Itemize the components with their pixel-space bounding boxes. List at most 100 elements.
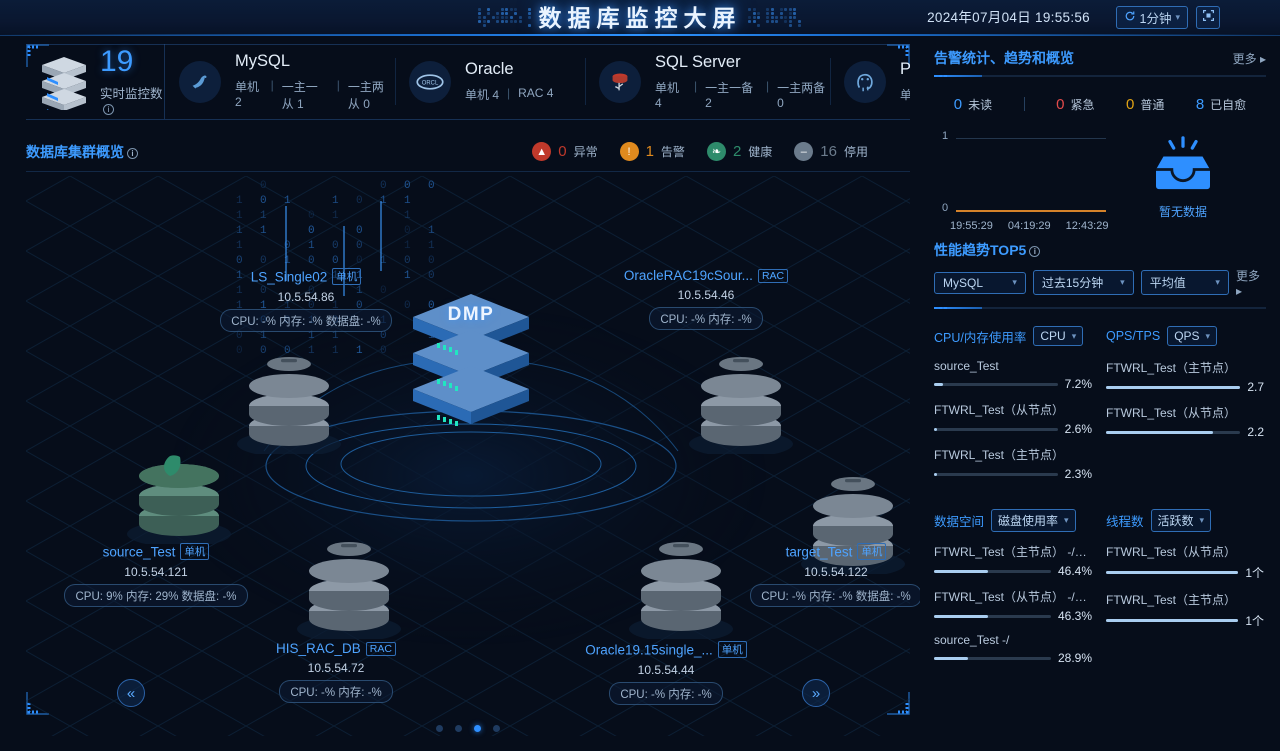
cluster-status-停用[interactable]: –16 停用	[794, 142, 868, 161]
pagination-dot-1[interactable]	[436, 725, 443, 732]
svg-text:1: 1	[236, 210, 243, 222]
db-stat: 一主一从 1	[282, 78, 329, 112]
metric-item-name: FTWRL_Test（主节点） -/db_...	[934, 543, 1092, 560]
cluster-status-健康[interactable]: ❧ 2 健康	[707, 142, 772, 161]
fullscreen-button[interactable]	[1196, 6, 1220, 29]
db-node-5[interactable]: Oracle19.15single_... 单机 10.5.54.44 CPU: -%…	[556, 641, 776, 705]
db-node-cylinder[interactable]	[234, 326, 344, 459]
metric-type-select[interactable]: CPU ▾	[1033, 326, 1083, 346]
chart-x-ticks: 19:55:29 04:19:29 12:43:29	[950, 220, 1108, 232]
db-node-cylinder[interactable]	[294, 511, 404, 644]
svg-text:0: 0	[428, 180, 435, 192]
db-type-item-mysql[interactable]: MySQL 单机 2 | 一主一从 1 | 一主两从 0	[165, 44, 395, 119]
db-node-4[interactable]: HIS_RAC_DB RAC 10.5.54.72 CPU: -% 内存: -%	[226, 641, 446, 703]
db-stat: 一主一备 2	[705, 79, 758, 110]
metric-item-bar: 46.4%	[934, 564, 1092, 578]
db-type-item-pc[interactable]: Pc 单	[830, 44, 910, 119]
separator: |	[694, 79, 697, 110]
metric-panel-header: 线程数 活跃数 ▾	[1106, 507, 1264, 533]
metric-bar-track	[1106, 619, 1238, 622]
perf-more-link[interactable]: 更多 ▸	[1236, 267, 1266, 298]
metric-item-bar: 2.3%	[934, 467, 1092, 481]
metric-item-bar: 2.2	[1106, 425, 1264, 439]
db-node-2[interactable]: source_Test 单机 10.5.54.121 CPU: 9% 内存: 29% …	[46, 543, 266, 607]
db-node-tag: 单机	[180, 543, 209, 560]
pagination-dots[interactable]	[26, 725, 910, 732]
metric-item-bar: 2.6%	[934, 422, 1092, 436]
chevron-double-right-icon: »	[812, 685, 820, 702]
db-node-cylinder[interactable]	[124, 416, 234, 549]
alarm-more-link[interactable]: 更多 ▸	[1233, 50, 1266, 67]
dmp-center-server: DMP	[401, 286, 541, 421]
cluster-status-告警[interactable]: ! 1 告警	[620, 142, 685, 161]
alarm-counter-紧急[interactable]: 0 紧急	[1056, 96, 1094, 113]
pagination-dot-3[interactable]	[474, 725, 481, 732]
pagination-dot-4[interactable]	[493, 725, 500, 732]
metric-panel-label: 线程数	[1106, 511, 1144, 530]
svg-text:ORCL: ORCL	[422, 80, 439, 86]
perf-section-title: 性能趋势TOP5 i	[934, 240, 1040, 260]
db-node-cylinder[interactable]	[686, 326, 796, 459]
alarm-counter-未读[interactable]: 0 未读	[954, 96, 992, 113]
db-type-item-oracle[interactable]: ORCL Oracle 单机 4 | RAC 4	[395, 44, 585, 119]
db-node-3[interactable]: target_Test 单机 10.5.54.122 CPU: -% 内存: -% 数…	[726, 543, 946, 607]
metric-bar-fill	[934, 428, 937, 431]
db-node-cylinder[interactable]	[626, 511, 736, 644]
monitor-count-block: 19 实时监控数i	[26, 44, 165, 119]
metric-bar-track	[934, 383, 1058, 386]
metric-type-select[interactable]: 磁盘使用率 ▾	[991, 509, 1076, 532]
alarm-trend-chart: 1 0 19:55:29 04:19:29 12:43:29 暂无数据	[934, 130, 1266, 230]
alarm-count: 8	[1196, 96, 1204, 113]
info-icon[interactable]: i	[127, 148, 138, 159]
metric-bar-fill	[934, 473, 937, 476]
svg-text:1: 1	[428, 225, 435, 237]
db-stat: RAC 4	[518, 86, 553, 103]
metric-type-select[interactable]: QPS ▾	[1167, 326, 1217, 346]
select-value: MySQL	[943, 276, 983, 290]
alarm-section-title: 告警统计、趋势和概览	[934, 48, 1074, 68]
metric-type-select[interactable]: 活跃数 ▾	[1151, 509, 1212, 532]
db-node-1[interactable]: OracleRAC19cSour... RAC 10.5.54.46 CPU: -% …	[596, 268, 816, 330]
db-type-select[interactable]: MySQL ▾	[934, 272, 1026, 294]
metric-item-value: 1个	[1245, 564, 1264, 581]
aggregation-select[interactable]: 平均值 ▾	[1141, 270, 1229, 295]
alarm-counter-已自愈[interactable]: 8 已自愈	[1196, 96, 1246, 113]
info-icon[interactable]: i	[103, 104, 114, 115]
pagination-dot-2[interactable]	[455, 725, 462, 732]
oracle-icon: ORCL	[409, 61, 451, 103]
db-stat: 单机 4	[655, 79, 686, 110]
metric-item: FTWRL_Test（主节点） -/db_... 46.4%	[934, 543, 1092, 578]
svg-text:0: 0	[356, 225, 363, 237]
metric-panel-label: QPS/TPS	[1106, 329, 1160, 343]
db-type-item-sql-server[interactable]: SQL Server 单机 4 | 一主一备 2 | 一主两备 0	[585, 44, 830, 119]
svg-text:0: 0	[380, 180, 387, 192]
perf-metrics-bottom: 数据空间 磁盘使用率 ▾ FTWRL_Test（主节点） -/db_... 46.4% F…	[934, 507, 1266, 665]
svg-text:0: 0	[356, 255, 363, 267]
chart-x-tick: 12:43:29	[1066, 220, 1109, 232]
metric-panel-label: 数据空间	[934, 511, 984, 530]
cluster-status-异常[interactable]: ▲ 0 异常	[532, 142, 597, 161]
refresh-interval-select[interactable]: 1分钟 ▾	[1116, 6, 1188, 29]
next-page-button[interactable]: »	[802, 679, 830, 707]
chevron-down-icon: ▾	[1012, 277, 1017, 288]
info-icon[interactable]: i	[1029, 246, 1040, 257]
time-range-select[interactable]: 过去15分钟 ▾	[1033, 270, 1134, 295]
db-type-name: MySQL	[235, 52, 395, 71]
metric-item-bar: 1个	[1106, 564, 1264, 581]
prev-page-button[interactable]: «	[117, 679, 145, 707]
chart-y-tick-max: 1	[942, 130, 948, 142]
db-node-tag: 单机	[857, 543, 886, 560]
refresh-interval-value: 1分钟	[1140, 8, 1172, 27]
svg-text:0: 0	[404, 255, 411, 267]
db-node-name: target_Test 单机	[726, 543, 946, 560]
alarm-counter-普通[interactable]: 0 普通	[1126, 96, 1164, 113]
cluster-status-count: 1	[646, 143, 654, 160]
metric-panel-QPS/TPS: QPS/TPS QPS ▾ FTWRL_Test（主节点） 2.7 FTWRL_Test（…	[1106, 323, 1264, 481]
svg-text:0: 0	[260, 180, 267, 192]
svg-text:0: 0	[428, 255, 435, 267]
db-type-stats: 单机 4 | 一主一备 2 | 一主两备 0	[655, 79, 830, 110]
metric-item-value: 2.3%	[1065, 467, 1092, 481]
db-node-0[interactable]: LS_Single02 单机 10.5.54.86 CPU: -% 内存: -% 数据…	[196, 268, 416, 332]
svg-text:1: 1	[404, 195, 411, 207]
metric-bar-track	[1106, 386, 1240, 389]
